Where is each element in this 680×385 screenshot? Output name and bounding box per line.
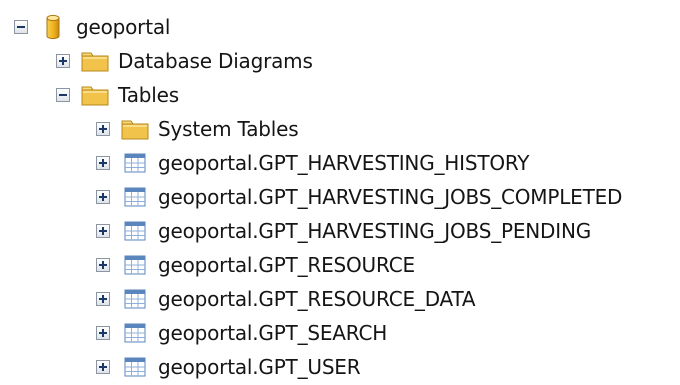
expand-toggle-icon[interactable]	[56, 54, 70, 68]
expand-toggle-icon[interactable]	[96, 122, 110, 136]
tree-node-table[interactable]: geoportal.GPT_HARVESTING_HISTORY	[96, 146, 530, 180]
table-icon	[120, 217, 150, 245]
database-icon	[38, 13, 68, 41]
table-icon	[120, 251, 150, 279]
tree-node-table[interactable]: geoportal.GPT_SEARCH	[96, 316, 387, 350]
collapse-toggle-icon[interactable]	[14, 20, 28, 34]
tree-node-label: System Tables	[158, 117, 299, 141]
table-icon	[120, 353, 150, 381]
folder-icon	[80, 47, 110, 75]
folder-icon	[80, 81, 110, 109]
table-icon	[120, 285, 150, 313]
expand-toggle-icon[interactable]	[96, 190, 110, 204]
collapse-toggle-icon[interactable]	[56, 88, 70, 102]
tree-node-label: geoportal.GPT_HARVESTING_HISTORY	[158, 151, 530, 175]
tree-node-tables[interactable]: Tables	[56, 78, 179, 112]
expand-toggle-icon[interactable]	[96, 224, 110, 238]
expand-toggle-icon[interactable]	[96, 360, 110, 374]
tree-node-label: geoportal.GPT_HARVESTING_JOBS_COMPLETED	[158, 185, 623, 209]
tree-node-system-tables[interactable]: System Tables	[96, 112, 299, 146]
tree-node-database-diagrams[interactable]: Database Diagrams	[56, 44, 313, 78]
tree-node-label: geoportal.GPT_SEARCH	[158, 321, 388, 345]
tree-node-table[interactable]: geoportal.GPT_HARVESTING_JOBS_PENDING	[96, 214, 591, 248]
table-icon	[120, 183, 150, 211]
tree-node-label: Tables	[118, 83, 179, 107]
expand-toggle-icon[interactable]	[96, 258, 110, 272]
tree-node-table[interactable]: geoportal.GPT_RESOURCE	[96, 248, 415, 282]
expand-toggle-icon[interactable]	[96, 156, 110, 170]
tree-node-geoportal[interactable]: geoportal	[14, 10, 170, 44]
tree-node-table[interactable]: geoportal.GPT_RESOURCE_DATA	[96, 282, 476, 316]
table-icon	[120, 319, 150, 347]
object-explorer-tree: geoportal Database Diagrams Tables Syste…	[0, 0, 680, 379]
tree-node-label: geoportal.GPT_HARVESTING_JOBS_PENDING	[158, 219, 592, 243]
tree-node-label: geoportal.GPT_RESOURCE	[158, 253, 415, 277]
table-icon	[120, 149, 150, 177]
tree-node-label: geoportal	[76, 15, 171, 39]
tree-node-label: geoportal.GPT_RESOURCE_DATA	[158, 287, 476, 311]
expand-toggle-icon[interactable]	[96, 326, 110, 340]
folder-icon	[120, 115, 150, 143]
expand-toggle-icon[interactable]	[96, 292, 110, 306]
tree-node-table[interactable]: geoportal.GPT_HARVESTING_JOBS_COMPLETED	[96, 180, 622, 214]
tree-node-label: Database Diagrams	[118, 49, 313, 73]
